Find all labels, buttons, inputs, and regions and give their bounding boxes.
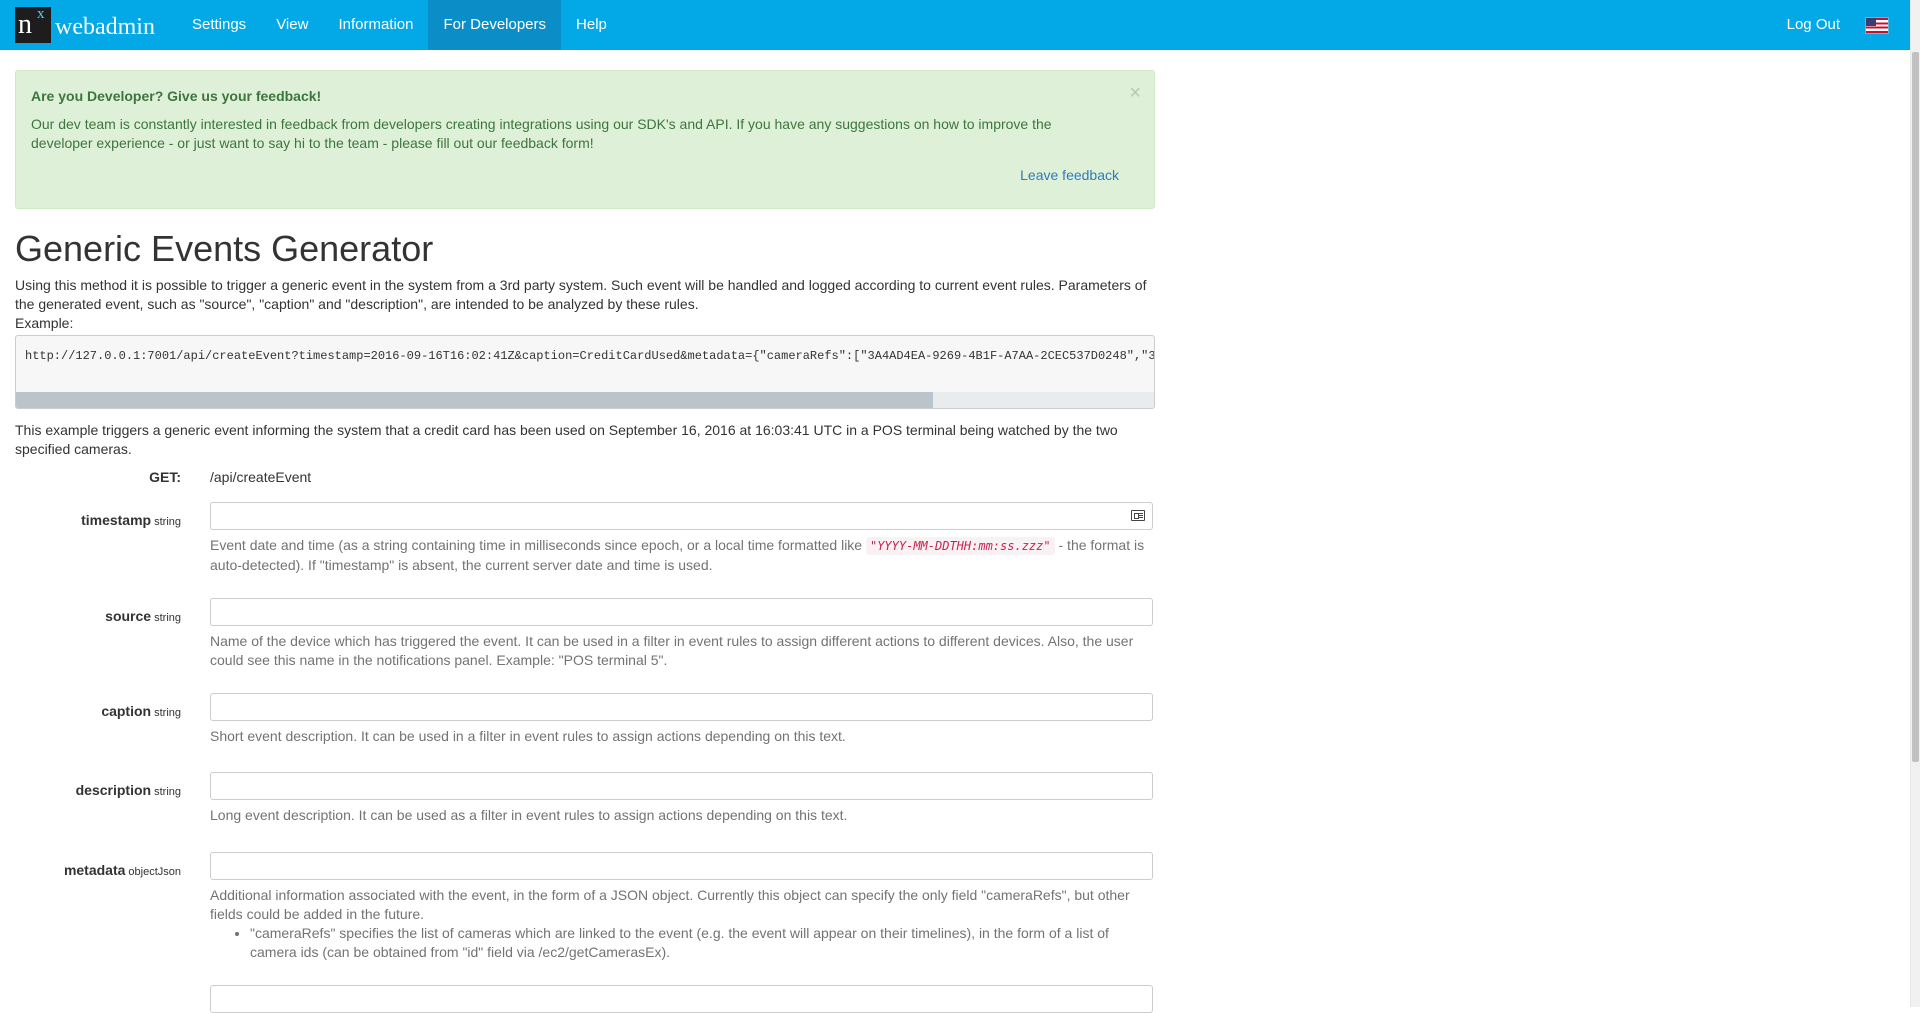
main-content: Are you Developer? Give us your feedback… — [15, 70, 1155, 1013]
next-param-input[interactable] — [210, 985, 1153, 1013]
code-scrollbar-thumb[interactable] — [16, 392, 933, 408]
timestamp-input[interactable] — [210, 502, 1153, 530]
example-code-block: http://127.0.0.1:7001/api/createEvent?ti… — [15, 335, 1155, 409]
caption-input[interactable] — [210, 693, 1153, 721]
param-description: description string Long event description… — [15, 772, 1155, 825]
leave-feedback-link[interactable]: Leave feedback — [1020, 167, 1119, 183]
param-name: metadata — [63, 862, 126, 878]
list-item: "cameraRefs" specifies the list of camer… — [250, 924, 1155, 962]
alert-title: Are you Developer? Give us your feedback… — [31, 88, 322, 104]
get-endpoint: /api/createEvent — [210, 469, 312, 485]
page-title: Generic Events Generator — [15, 228, 434, 269]
brand-text: webadmin — [55, 13, 155, 40]
param-next — [15, 985, 1155, 1013]
param-type: string — [154, 707, 181, 719]
param-name: caption — [101, 703, 152, 719]
param-metadata: metadata objectJson Additional informatio… — [15, 852, 1155, 962]
nav-for-developers[interactable]: For Developers — [428, 0, 562, 50]
navbar: n x webadmin Settings View Information F… — [0, 0, 1911, 50]
code-scrollbar[interactable] — [16, 392, 1154, 408]
example-code: http://127.0.0.1:7001/api/createEvent?ti… — [25, 349, 1155, 363]
get-label: GET: — [149, 469, 181, 485]
metadata-help-list: "cameraRefs" specifies the list of camer… — [210, 924, 1155, 962]
nav-help[interactable]: Help — [561, 0, 622, 50]
source-help: Name of the device which has triggered t… — [210, 633, 1134, 668]
source-input[interactable] — [210, 598, 1153, 626]
description-input[interactable] — [210, 772, 1153, 800]
alert-text: Our dev team is constantly interested in… — [31, 116, 1052, 151]
description-help: Long event description. It can be used a… — [210, 807, 848, 823]
param-type: string — [154, 612, 181, 624]
param-type: string — [154, 516, 181, 528]
timestamp-help: Event date and time (as a string contain… — [210, 537, 1145, 573]
brand-logo[interactable]: n x webadmin — [0, 0, 155, 50]
nav-view[interactable]: View — [261, 0, 323, 50]
param-type: string — [154, 786, 181, 798]
param-source: source string Name of the device which ha… — [15, 598, 1155, 670]
caption-help: Short event description. It can be used … — [210, 728, 846, 744]
param-timestamp: timestamp string Event date and time (as … — [15, 502, 1155, 575]
param-type: objectJson — [128, 866, 181, 878]
us-flag-icon[interactable] — [1865, 16, 1889, 34]
metadata-help: Additional information associated with t… — [210, 886, 1155, 962]
param-name: timestamp — [81, 512, 152, 528]
feedback-alert: Are you Developer? Give us your feedback… — [15, 70, 1155, 209]
metadata-input[interactable] — [210, 852, 1153, 880]
nav-information[interactable]: Information — [323, 0, 428, 50]
get-endpoint-row: GET: /api/createEvent — [15, 466, 1155, 488]
example-explanation: This example triggers a generic event in… — [15, 422, 1118, 457]
nav-settings[interactable]: Settings — [177, 0, 261, 50]
param-caption: caption string Short event description. I… — [15, 693, 1155, 746]
calendar-icon[interactable] — [1131, 510, 1145, 521]
param-name: source — [105, 608, 152, 624]
logout-link[interactable]: Log Out — [1772, 0, 1855, 50]
nav-right: Log Out — [1772, 0, 1911, 50]
nx-logo-icon: n x — [15, 7, 51, 43]
timestamp-format-code: "YYYY-MM-DDTHH:mm:ss.zzz" — [865, 537, 1055, 555]
example-label: Example: — [15, 315, 74, 331]
close-icon[interactable]: × — [1129, 83, 1141, 103]
param-name: description — [75, 782, 152, 798]
page-scrollbar[interactable] — [1910, 0, 1920, 1007]
page-scrollbar-thumb[interactable] — [1912, 52, 1919, 762]
page-description: Using this method it is possible to trig… — [15, 277, 1147, 312]
